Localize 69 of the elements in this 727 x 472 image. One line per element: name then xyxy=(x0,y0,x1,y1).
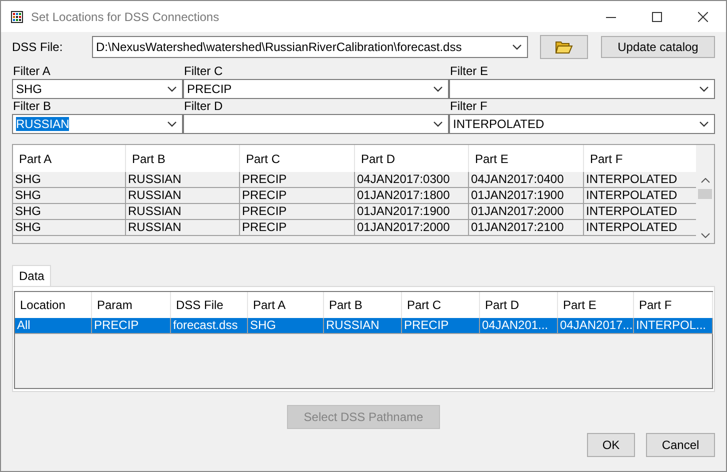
chevron-down-icon xyxy=(167,121,177,127)
table-cell: RUSSIAN xyxy=(126,220,240,236)
scroll-up-icon xyxy=(700,178,710,183)
scroll-thumb[interactable] xyxy=(698,189,712,199)
filter-dropdown[interactable]: PRECIP xyxy=(183,79,449,99)
table-cell: PRECIP xyxy=(92,318,171,334)
table-cell: forecast.dss xyxy=(171,318,248,334)
table-cell: 01JAN2017:1900 xyxy=(469,188,584,204)
column-header[interactable]: Part E xyxy=(469,145,584,172)
chevron-down-icon xyxy=(699,121,709,127)
filter-label: Filter C xyxy=(183,64,224,79)
table-cell: 01JAN2017:2100 xyxy=(469,220,584,236)
field-label: DSS File: xyxy=(12,40,64,54)
table-cell: SHG xyxy=(13,188,126,204)
update-catalog-button[interactable]: Update catalog xyxy=(601,36,715,58)
table-cell: 04JAN2017:0300 xyxy=(355,172,469,188)
table-cell: RUSSIAN xyxy=(126,204,240,220)
column-header[interactable]: Part B xyxy=(126,145,240,172)
filter-dropdown[interactable]: INTERPOLATED xyxy=(449,114,715,134)
table-cell: INTERPOL... xyxy=(634,318,713,334)
browse-button[interactable] xyxy=(540,35,588,59)
table-cell: PRECIP xyxy=(402,318,480,334)
chevron-down-icon xyxy=(167,86,177,92)
filter-dropdown[interactable] xyxy=(183,114,449,134)
filter-dropdown[interactable]: RUSSIAN xyxy=(12,114,183,134)
folder-icon xyxy=(555,40,573,54)
chevron-down-icon xyxy=(699,86,709,92)
window-title: Set Locations for DSS Connections xyxy=(31,10,220,24)
table-cell: 04JAN201... xyxy=(480,318,558,334)
filter-label: Filter F xyxy=(449,99,488,114)
table-cell: RUSSIAN xyxy=(126,172,240,188)
table-cell: PRECIP xyxy=(240,220,355,236)
dialog-button[interactable]: Cancel xyxy=(646,433,715,457)
filter-label: Filter E xyxy=(449,64,490,79)
table-cell: 01JAN2017:2000 xyxy=(355,220,469,236)
filter-dropdown[interactable]: SHG xyxy=(12,79,183,99)
dialog-button[interactable]: OK xyxy=(587,433,635,457)
column-header[interactable]: Part C xyxy=(240,145,355,172)
table-cell: PRECIP xyxy=(240,204,355,220)
table-cell: SHG xyxy=(13,172,126,188)
table-cell: RUSSIAN xyxy=(126,188,240,204)
column-header[interactable]: Part A xyxy=(13,145,126,172)
filter-dropdown[interactable] xyxy=(449,79,715,99)
chevron-down-icon xyxy=(433,121,443,127)
table-cell: All xyxy=(15,318,92,334)
column-header[interactable]: Part D xyxy=(355,145,469,172)
filter-label: Filter A xyxy=(12,64,52,79)
table-cell: 01JAN2017:1800 xyxy=(355,188,469,204)
chevron-down-icon xyxy=(512,44,522,50)
table-cell: 01JAN2017:2000 xyxy=(469,204,584,220)
filter-label: Filter B xyxy=(12,99,52,114)
table-cell: 04JAN2017:0400 xyxy=(469,172,584,188)
table-cell: RUSSIAN xyxy=(324,318,402,334)
table-cell: SHG xyxy=(13,220,126,236)
filter-label: Filter D xyxy=(183,99,224,114)
app-icon xyxy=(11,10,23,22)
table-cell: PRECIP xyxy=(240,188,355,204)
table-cell: PRECIP xyxy=(240,172,355,188)
table-cell: 04JAN2017... xyxy=(558,318,634,334)
table-cell: 01JAN2017:1900 xyxy=(355,204,469,220)
scroll-down-icon xyxy=(700,233,710,238)
tab[interactable]: Data xyxy=(12,265,52,286)
chevron-down-icon xyxy=(433,86,443,92)
table-row[interactable]: All PRECIP forecast.dss SHG RUSSIAN PRECIP 04JAN201... 04JAN2017... INTERPOL... xyxy=(15,318,712,334)
table-cell: SHG xyxy=(248,318,324,334)
file-path-dropdown[interactable]: D:\NexusWatershed\watershed\RussianRiverCalibration\forecast.dss xyxy=(92,36,528,58)
maximize-icon xyxy=(652,12,662,22)
close-icon xyxy=(698,12,708,22)
table-cell: SHG xyxy=(13,204,126,220)
